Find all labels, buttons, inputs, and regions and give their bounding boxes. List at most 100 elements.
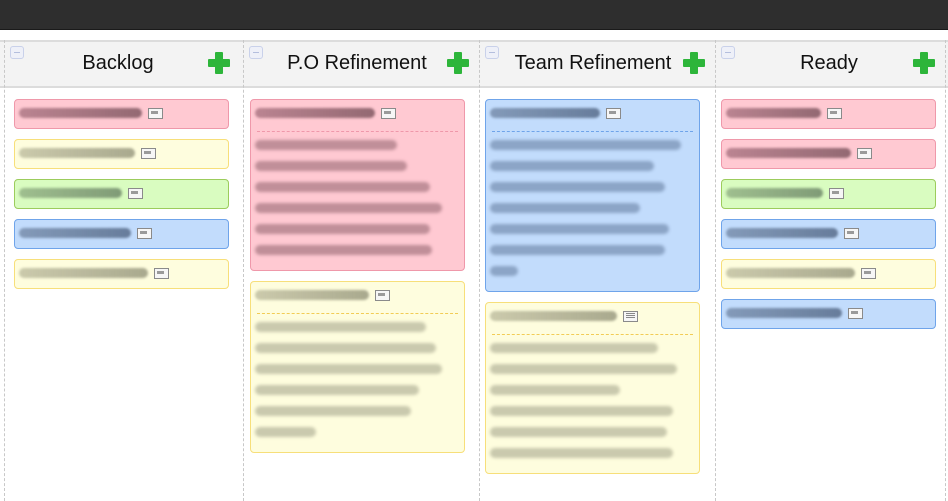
card-list — [250, 99, 465, 463]
card-body-line-obfuscated — [255, 406, 411, 416]
card-body-line-obfuscated — [490, 140, 681, 150]
note-icon[interactable] — [827, 108, 842, 119]
note-icon[interactable] — [154, 268, 169, 279]
card-body-line-obfuscated — [490, 448, 673, 458]
card-list — [14, 99, 229, 299]
card[interactable] — [14, 259, 229, 289]
card[interactable] — [721, 259, 936, 289]
card-separator — [257, 131, 458, 132]
note-icon[interactable] — [375, 290, 390, 301]
card-title-obfuscated — [19, 228, 131, 238]
card-title-obfuscated — [255, 290, 369, 300]
card-body-line-obfuscated — [490, 427, 667, 437]
card-title-obfuscated — [726, 188, 823, 198]
add-card-button[interactable] — [447, 52, 469, 74]
card[interactable] — [485, 99, 700, 292]
card-separator — [257, 313, 458, 314]
card-body-line-obfuscated — [490, 182, 665, 192]
column-header: Backlog — [0, 40, 236, 88]
card-title-obfuscated — [490, 108, 600, 118]
card-body-line-obfuscated — [255, 427, 316, 437]
kanban-board: Backlog P.O Refinement Team Refinement Read… — [0, 40, 948, 501]
note-icon[interactable] — [128, 188, 143, 199]
card[interactable] — [721, 99, 936, 129]
note-icon[interactable] — [848, 308, 863, 319]
card-body-line-obfuscated — [255, 203, 442, 213]
card[interactable] — [721, 299, 936, 329]
card-body-line-obfuscated — [490, 224, 669, 234]
column-divider — [945, 40, 946, 501]
card-title-obfuscated — [726, 308, 842, 318]
note-icon[interactable] — [623, 311, 638, 322]
card[interactable] — [721, 139, 936, 169]
card[interactable] — [721, 179, 936, 209]
column-header: Team Refinement — [475, 40, 711, 88]
plus-icon — [208, 52, 230, 74]
card[interactable] — [14, 179, 229, 209]
column-header: Ready — [711, 40, 947, 88]
plus-icon — [447, 52, 469, 74]
card-title-obfuscated — [726, 268, 855, 278]
column-ready: Ready — [711, 40, 947, 501]
column-title: Team Refinement — [514, 52, 672, 74]
card-body-line-obfuscated — [490, 343, 658, 353]
column-header: P.O Refinement — [239, 40, 475, 88]
note-icon[interactable] — [844, 228, 859, 239]
card-title-obfuscated — [19, 188, 122, 198]
note-icon[interactable] — [829, 188, 844, 199]
card-body-line-obfuscated — [255, 140, 397, 150]
card[interactable] — [14, 139, 229, 169]
note-icon[interactable] — [606, 108, 621, 119]
card-separator — [492, 334, 693, 335]
column-title: Ready — [800, 52, 858, 74]
card-body-line-obfuscated — [490, 266, 518, 276]
card-title-obfuscated — [19, 108, 142, 118]
card[interactable] — [14, 219, 229, 249]
card-title-obfuscated — [726, 228, 838, 238]
card-title-obfuscated — [726, 108, 821, 118]
card-title-obfuscated — [255, 108, 375, 118]
note-icon[interactable] — [861, 268, 876, 279]
add-card-button[interactable] — [208, 52, 230, 74]
card-body-line-obfuscated — [490, 245, 665, 255]
card[interactable] — [250, 99, 465, 271]
card-body-line-obfuscated — [255, 322, 426, 332]
card-body-line-obfuscated — [490, 203, 640, 213]
card-body-line-obfuscated — [490, 364, 677, 374]
card[interactable] — [250, 281, 465, 453]
card-body-line-obfuscated — [255, 343, 436, 353]
card-body-line-obfuscated — [255, 224, 430, 234]
card-title-obfuscated — [490, 311, 617, 321]
column-team-refinement: Team Refinement — [475, 40, 711, 501]
note-icon[interactable] — [381, 108, 396, 119]
top-bar — [0, 0, 948, 30]
card-list — [721, 99, 936, 339]
card[interactable] — [721, 219, 936, 249]
note-icon[interactable] — [857, 148, 872, 159]
add-card-button[interactable] — [683, 52, 705, 74]
note-icon[interactable] — [137, 228, 152, 239]
card-title-obfuscated — [19, 148, 135, 158]
card-body-line-obfuscated — [490, 406, 673, 416]
card[interactable] — [485, 302, 700, 474]
column-p-o-refinement: P.O Refinement — [239, 40, 475, 501]
column-title: Backlog — [82, 52, 154, 74]
note-icon[interactable] — [141, 148, 156, 159]
card[interactable] — [14, 99, 229, 129]
card-body-line-obfuscated — [255, 245, 432, 255]
card-list — [485, 99, 700, 484]
note-icon[interactable] — [148, 108, 163, 119]
card-body-line-obfuscated — [255, 161, 407, 171]
card-body-line-obfuscated — [255, 364, 442, 374]
add-card-button[interactable] — [913, 52, 935, 74]
card-title-obfuscated — [726, 148, 851, 158]
plus-icon — [683, 52, 705, 74]
column-title: P.O Refinement — [287, 52, 427, 74]
plus-icon — [913, 52, 935, 74]
card-body-line-obfuscated — [490, 161, 654, 171]
card-body-line-obfuscated — [255, 385, 419, 395]
card-separator — [492, 131, 693, 132]
card-body-line-obfuscated — [255, 182, 430, 192]
column-backlog: Backlog — [0, 40, 236, 501]
card-title-obfuscated — [19, 268, 148, 278]
